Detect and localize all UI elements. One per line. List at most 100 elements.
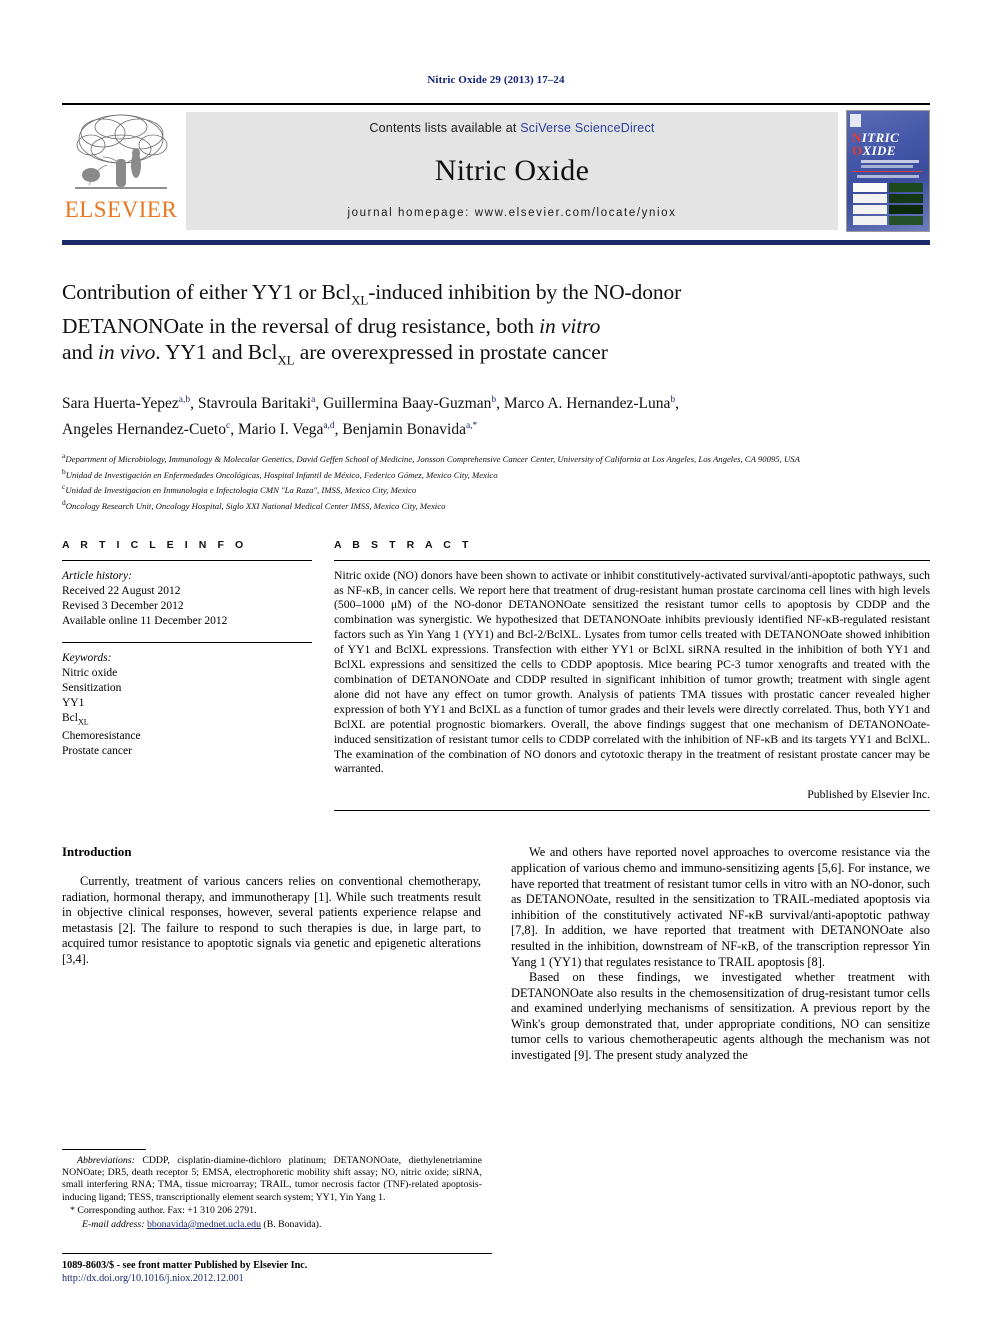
article-history-label: Article history:	[62, 569, 132, 582]
cover-cap-o: O	[852, 143, 863, 158]
affiliation-list: aDepartment of Microbiology, Immunology …	[62, 450, 930, 513]
cover-figure-grid	[853, 183, 923, 225]
article-history-received: Received 22 August 2012	[62, 584, 181, 597]
keyword-item: YY1	[62, 696, 85, 709]
masthead-bottom-rule	[62, 240, 930, 245]
body-two-column: Introduction Currently, treatment of var…	[62, 845, 930, 1063]
cover-figure-cell	[889, 194, 923, 203]
author-3: , Guillermina Baay-Guzman	[315, 394, 492, 412]
keyword-item-bclxl: BclXL	[62, 711, 312, 729]
title-italic-invivo: in vivo	[98, 340, 156, 365]
author-7-affil: a,*	[465, 420, 478, 431]
body-right-column: We and others have reported novel approa…	[511, 845, 930, 1063]
title-part-2: DETANONOate in the reversal of drug resi…	[62, 314, 540, 339]
affiliation-item: dOncology Research Unit, Oncology Hospit…	[62, 497, 930, 513]
abbreviations-label: Abbreviations:	[77, 1154, 135, 1166]
cover-elsevier-mark	[850, 114, 861, 127]
author-list: Sara Huerta-Yepeza,b, Stavroula Baritaki…	[62, 389, 930, 441]
cover-figure-cell	[853, 216, 887, 225]
running-head: Nitric Oxide 29 (2013) 17–24	[427, 74, 565, 86]
keyword-item: Sensitization	[62, 681, 122, 694]
author-5: Angeles Hernandez-Cueto	[62, 420, 226, 438]
keyword-bcl-sub: XL	[77, 716, 89, 726]
cover-figure-cell	[853, 205, 887, 214]
email-label: E-mail address:	[82, 1218, 145, 1230]
cover-divider-rule	[852, 171, 922, 172]
abstract-heading: A B S T R A C T	[334, 538, 473, 551]
article-history-online: Available online 11 December 2012	[62, 614, 228, 627]
cover-subtitle-bar-3	[857, 175, 919, 178]
cover-figure-cell	[853, 194, 887, 203]
article-info-rule-top	[62, 559, 312, 561]
article-info-rule-mid	[62, 641, 312, 643]
masthead-center-panel: Contents lists available at SciVerse Sci…	[186, 112, 838, 230]
article-info-column: A R T I C L E I N F O Article history: R…	[62, 539, 312, 812]
author-6: , Mario I. Vega	[230, 420, 324, 438]
article-history-revised: Revised 3 December 2012	[62, 599, 184, 612]
footnote-rule	[62, 1148, 146, 1150]
author-6-affil: a,d	[323, 420, 335, 431]
title-italic-invitro: in vitro	[539, 314, 601, 339]
cover-figure-cell	[889, 216, 923, 225]
title-part-3b: . YY1 and Bcl	[155, 340, 278, 365]
elsevier-tree-icon	[75, 114, 168, 189]
abstract-rule-top	[334, 559, 930, 561]
email-suffix: (B. Bonavida).	[260, 1218, 322, 1230]
journal-homepage-line[interactable]: journal homepage: www.elsevier.com/locat…	[348, 207, 677, 219]
introduction-heading: Introduction	[62, 845, 132, 860]
email-line: E-mail address: bbonavida@mednet.ucla.ed…	[62, 1219, 482, 1231]
title-part-3a: and	[62, 340, 99, 365]
article-info-heading: A R T I C L E I N F O	[62, 538, 248, 551]
author-1: Sara Huerta-Yepez	[62, 394, 179, 412]
author-1-affil: a,b	[178, 394, 191, 405]
introduction-paragraph-2: We and others have reported novel approa…	[511, 845, 930, 969]
affiliation-item: aDepartment of Microbiology, Immunology …	[62, 450, 930, 466]
info-abstract-row: A R T I C L E I N F O Article history: R…	[62, 539, 930, 812]
cover-figure-cell	[853, 183, 887, 192]
abbreviations-paragraph: Abbreviations: CDDP, cisplatin-diamine-d…	[62, 1155, 482, 1205]
title-part-3c: are overexpressed in prostate cancer	[294, 340, 608, 365]
title-sub-xl-2: XL	[277, 352, 295, 368]
affiliation-text: Oncology Research Unit, Oncology Hospita…	[65, 500, 446, 511]
keyword-item: Nitric oxide	[62, 666, 118, 679]
doi-link[interactable]: http://dx.doi.org/10.1016/j.niox.2012.12…	[62, 1272, 492, 1285]
journal-cover-thumbnail: NITRIC OXIDE	[846, 110, 930, 232]
issn-copyright-line: 1089-8603/$ - see front matter Published…	[62, 1260, 308, 1271]
affiliation-item: cUnidad de Investigacion en Inmunologia …	[62, 481, 930, 497]
author-4: , Marco A. Hernandez-Luna	[496, 394, 671, 412]
cover-subtitle-bar-1	[861, 160, 919, 163]
keyword-item: Chemoresistance	[62, 729, 141, 742]
abstract-column: A B S T R A C T Nitric oxide (NO) donors…	[334, 539, 930, 812]
affiliation-text: Unidad de Investigación en Enfermedades …	[65, 469, 498, 480]
affiliation-item: bUnidad de Investigación en Enfermedades…	[62, 466, 930, 482]
cover-figure-cell	[889, 205, 923, 214]
introduction-paragraph-3: Based on these findings, we investigated…	[511, 970, 930, 1063]
contents-available-line: Contents lists available at SciVerse Sci…	[369, 121, 654, 135]
journal-article-page: Nitric Oxide 29 (2013) 17–24 ELSEVIER Co…	[0, 0, 992, 1323]
journal-masthead: ELSEVIER Contents lists available at Sci…	[62, 103, 930, 237]
elsevier-logo: ELSEVIER	[62, 105, 180, 237]
keyword-bcl-base: Bcl	[62, 711, 78, 724]
corresponding-author-line: * Corresponding author. Fax: +1 310 206 …	[70, 1205, 257, 1217]
author-2: , Stavroula Baritaki	[190, 394, 312, 412]
sciencedirect-link[interactable]: SciVerse ScienceDirect	[520, 121, 654, 135]
abstract-rule-bottom	[334, 810, 930, 812]
elsevier-wordmark: ELSEVIER	[64, 197, 178, 222]
abstract-text: Nitric oxide (NO) donors have been shown…	[334, 568, 930, 776]
affiliation-text: Unidad de Investigacion en Inmunologia e…	[65, 485, 417, 496]
contents-prefix: Contents lists available at	[369, 121, 521, 135]
journal-title: Nitric Oxide	[434, 154, 590, 187]
page-footer: 1089-8603/$ - see front matter Published…	[62, 1253, 492, 1285]
affiliation-text: Department of Microbiology, Immunology &…	[65, 453, 800, 464]
footnote-block: Abbreviations: CDDP, cisplatin-diamine-d…	[62, 1148, 482, 1231]
cover-title: NITRIC OXIDE	[852, 131, 899, 157]
email-link[interactable]: bbonavida@mednet.ucla.edu	[147, 1219, 261, 1230]
introduction-paragraph-1: Currently, treatment of various cancers …	[62, 873, 481, 966]
footnote-text: Abbreviations: CDDP, cisplatin-diamine-d…	[62, 1155, 482, 1231]
author-7: , Benjamin Bonavida	[334, 420, 466, 438]
keyword-item: Prostate cancer	[62, 744, 132, 757]
cover-subtitle-bar-2	[861, 165, 913, 168]
body-left-column: Introduction Currently, treatment of var…	[62, 845, 481, 1063]
author-sep: ,	[675, 394, 680, 412]
title-sub-xl-1: XL	[351, 292, 369, 308]
